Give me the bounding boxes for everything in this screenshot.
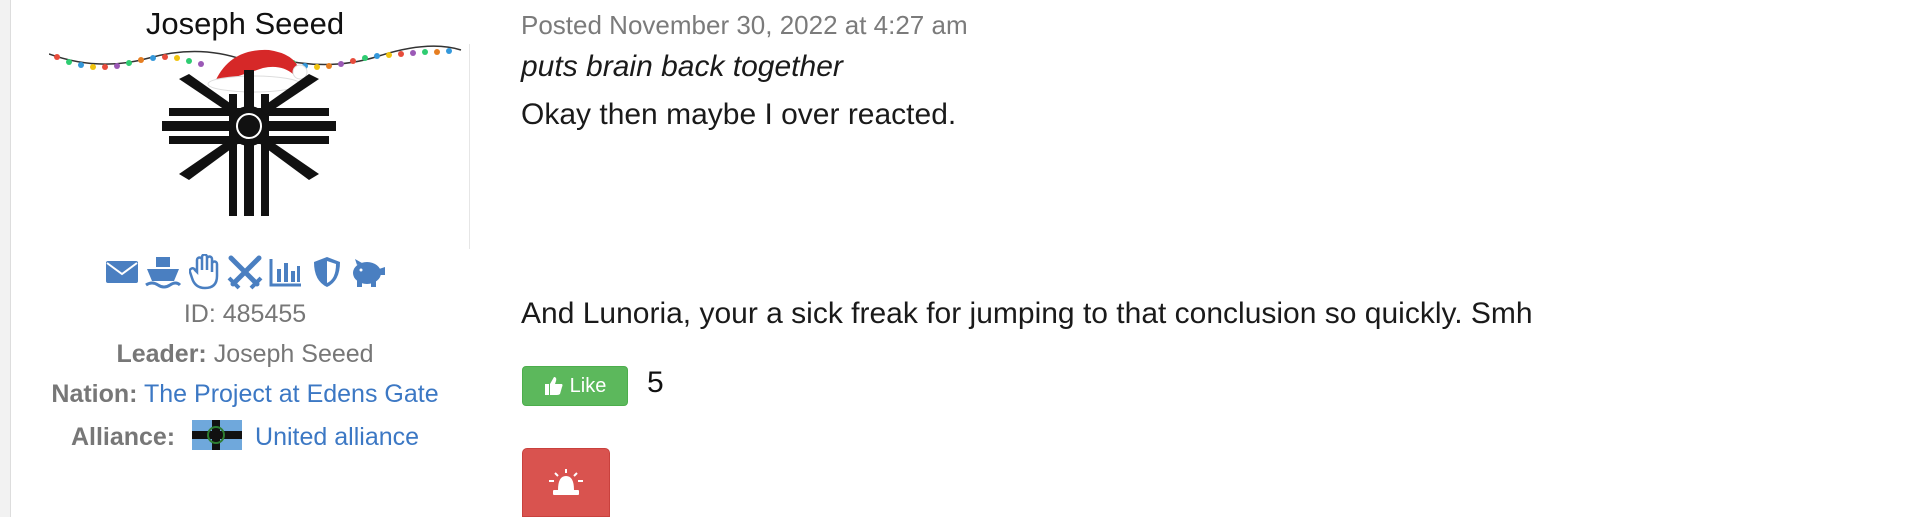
nation-label: Nation: bbox=[51, 380, 138, 408]
alliance-flag-icon bbox=[192, 420, 243, 457]
avatar bbox=[49, 44, 470, 249]
alliance-label: Alliance: bbox=[70, 423, 176, 451]
leader-value: Joseph Seeed bbox=[213, 340, 374, 368]
forum-post: Joseph Seeed ID: 485455 Leader: Joseph S… bbox=[10, 0, 1920, 517]
nation-link[interactable]: The Project at Edens Gate bbox=[144, 380, 439, 408]
post-timestamp: Posted November 30, 2022 at 4:27 am bbox=[521, 10, 968, 40]
leader-label: Leader: bbox=[116, 340, 207, 368]
avatar-image bbox=[49, 45, 462, 216]
crossed-swords-icon[interactable] bbox=[226, 252, 264, 292]
author-action-icons bbox=[31, 252, 459, 292]
thumbs-up-icon bbox=[544, 377, 563, 395]
shield-icon[interactable] bbox=[308, 252, 346, 292]
siren-icon bbox=[549, 468, 583, 495]
alliance-link[interactable]: United alliance bbox=[255, 423, 419, 451]
alliance-line: Alliance: United alliance bbox=[31, 420, 459, 457]
piggy-bank-icon[interactable] bbox=[349, 252, 387, 292]
post-line: Okay then maybe I over reacted. bbox=[521, 98, 957, 131]
hand-icon[interactable] bbox=[185, 252, 223, 292]
nation-line: Nation: The Project at Edens Gate bbox=[31, 380, 459, 409]
author-name[interactable]: Joseph Seeed bbox=[31, 6, 459, 42]
nation-id: ID: 485455 bbox=[31, 300, 459, 329]
report-button[interactable] bbox=[522, 448, 610, 517]
ship-icon[interactable] bbox=[144, 252, 182, 292]
envelope-icon[interactable] bbox=[103, 252, 141, 292]
nation-id-value: 485455 bbox=[222, 300, 307, 328]
author-panel: Joseph Seeed ID: 485455 Leader: Joseph S… bbox=[31, 0, 470, 517]
bar-chart-icon[interactable] bbox=[267, 252, 305, 292]
leader-line: Leader: Joseph Seeed bbox=[31, 340, 459, 369]
post-line: And Lunoria, your a sick freak for jumpi… bbox=[521, 297, 1533, 330]
like-label: Like bbox=[569, 374, 607, 397]
like-button[interactable]: Like bbox=[522, 366, 628, 406]
nation-id-label: ID: bbox=[183, 300, 216, 328]
post-line-italic: puts brain back together bbox=[521, 50, 843, 83]
like-count: 5 bbox=[647, 366, 664, 399]
